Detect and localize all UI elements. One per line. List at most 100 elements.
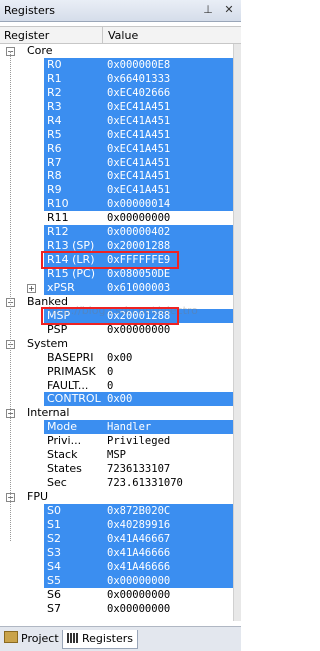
register-row[interactable]: S4 0x41A46666 bbox=[0, 559, 234, 574]
register-value[interactable]: Handler bbox=[104, 420, 234, 435]
register-row[interactable]: PRIMASK 0 bbox=[0, 365, 234, 379]
register-row[interactable]: FAULT... 0 bbox=[0, 379, 234, 393]
column-divider[interactable] bbox=[102, 27, 103, 43]
register-name: R0 bbox=[44, 57, 107, 72]
register-row[interactable]: R11 0x00000000 bbox=[0, 211, 234, 225]
bottom-tabs: Project Registers bbox=[0, 626, 241, 651]
register-row[interactable]: S1 0x40289916 bbox=[0, 517, 234, 532]
tree-line bbox=[10, 51, 11, 541]
register-row[interactable]: R9 0xEC41A451 bbox=[0, 183, 234, 198]
register-value[interactable]: 0x872B020C bbox=[104, 503, 234, 518]
group-label: FPU bbox=[27, 490, 49, 503]
register-value[interactable]: 0xEC41A451 bbox=[104, 127, 234, 142]
register-row[interactable]: R8 0xEC41A451 bbox=[0, 169, 234, 184]
register-name: S5 bbox=[44, 573, 107, 588]
register-row[interactable]: R10 0x00000014 bbox=[0, 197, 234, 212]
register-row[interactable]: R7 0xEC41A451 bbox=[0, 155, 234, 170]
group-label: Internal bbox=[27, 406, 70, 420]
register-value[interactable]: 7236133107 bbox=[107, 462, 170, 476]
register-name: R9 bbox=[44, 183, 107, 198]
register-row[interactable]: BASEPRI 0x00 bbox=[0, 351, 234, 365]
vertical-scrollbar[interactable] bbox=[233, 44, 241, 621]
register-row[interactable]: R5 0xEC41A451 bbox=[0, 127, 234, 142]
tab-registers-label: Registers bbox=[82, 632, 134, 645]
register-value[interactable]: 0x00000000 bbox=[104, 573, 234, 588]
register-row[interactable]: Stack MSP bbox=[0, 448, 234, 462]
register-value[interactable]: 0x00 bbox=[104, 392, 234, 407]
register-row[interactable]: R12 0x00000402 bbox=[0, 225, 234, 240]
column-value[interactable]: Value bbox=[108, 29, 138, 42]
tab-project[interactable]: Project bbox=[4, 630, 59, 648]
register-value[interactable]: 0x61000003 bbox=[104, 280, 234, 295]
register-value[interactable]: 0 bbox=[107, 365, 113, 379]
project-icon bbox=[4, 631, 18, 643]
register-row[interactable]: States 7236133107 bbox=[0, 462, 234, 476]
register-value[interactable]: 0x000000E8 bbox=[104, 57, 234, 72]
register-row[interactable]: + xPSR 0x61000003 bbox=[0, 280, 234, 295]
group-fpu[interactable]: − FPU bbox=[0, 490, 234, 504]
register-row[interactable]: S0 0x872B020C bbox=[0, 503, 234, 518]
register-name: R10 bbox=[44, 197, 107, 212]
register-value[interactable]: 0 bbox=[107, 379, 113, 393]
register-row[interactable]: S3 0x41A46666 bbox=[0, 545, 234, 560]
register-row[interactable]: R2 0xEC402666 bbox=[0, 85, 234, 100]
pin-icon[interactable]: ⊥ bbox=[201, 3, 215, 17]
register-name: BASEPRI bbox=[47, 350, 94, 364]
register-row[interactable]: PSP 0x00000000 bbox=[0, 323, 234, 337]
registers-icon bbox=[67, 633, 79, 643]
register-value[interactable]: 0xEC41A451 bbox=[104, 141, 234, 156]
close-icon[interactable]: ✕ bbox=[222, 3, 236, 17]
panel-titlebar: Registers ⊥ ✕ bbox=[0, 0, 241, 22]
register-row[interactable]: R3 0xEC41A451 bbox=[0, 99, 234, 114]
panel-title: Registers bbox=[4, 4, 56, 17]
group-internal[interactable]: − Internal bbox=[0, 406, 234, 420]
register-value[interactable]: 0xEC41A451 bbox=[104, 99, 234, 114]
register-row[interactable]: Sec 723.61331070 bbox=[0, 476, 234, 490]
expand-icon[interactable]: + bbox=[27, 283, 36, 293]
register-value[interactable]: 723.61331070 bbox=[107, 476, 183, 490]
register-value[interactable]: MSP bbox=[107, 448, 126, 462]
register-row[interactable]: Privi... Privileged bbox=[0, 434, 234, 448]
register-row[interactable]: S6 0x00000000 bbox=[0, 588, 234, 602]
register-value[interactable]: 0x41A46666 bbox=[104, 559, 234, 574]
register-row[interactable]: S5 0x00000000 bbox=[0, 573, 234, 588]
register-row[interactable]: S2 0x41A46667 bbox=[0, 531, 234, 546]
group-core[interactable]: − Core bbox=[0, 44, 234, 58]
register-value[interactable]: 0x00000402 bbox=[104, 225, 234, 240]
register-row[interactable]: R15 (PC) 0x080050DE bbox=[0, 267, 234, 281]
group-system[interactable]: − System bbox=[0, 337, 234, 351]
register-value[interactable]: 0x00000000 bbox=[107, 602, 170, 616]
register-value[interactable]: 0x00000014 bbox=[104, 197, 234, 212]
register-row[interactable]: S7 0x00000000 bbox=[0, 602, 234, 616]
register-value[interactable]: 0x00000000 bbox=[107, 588, 170, 602]
register-name: R7 bbox=[44, 155, 107, 170]
column-register[interactable]: Register bbox=[4, 29, 49, 42]
register-value[interactable]: 0xEC41A451 bbox=[104, 155, 234, 170]
register-value[interactable]: 0x66401333 bbox=[104, 71, 234, 86]
register-row[interactable]: Mode Handler bbox=[0, 420, 234, 435]
register-row[interactable]: R1 0x66401333 bbox=[0, 71, 234, 86]
register-row[interactable]: R4 0xEC41A451 bbox=[0, 113, 234, 128]
register-row[interactable]: R6 0xEC41A451 bbox=[0, 141, 234, 156]
register-name: R8 bbox=[44, 169, 107, 184]
register-row[interactable]: R0 0x000000E8 bbox=[0, 57, 234, 72]
register-value[interactable]: Privileged bbox=[107, 434, 170, 448]
register-value[interactable]: 0xEC402666 bbox=[104, 85, 234, 100]
group-label: System bbox=[27, 336, 69, 350]
register-name: S6 bbox=[47, 587, 61, 601]
register-row[interactable]: CONTROL 0x00 bbox=[0, 392, 234, 407]
register-value[interactable]: 0x41A46667 bbox=[104, 531, 234, 546]
register-value[interactable]: 0xEC41A451 bbox=[104, 113, 234, 128]
register-value[interactable]: 0x00000000 bbox=[107, 211, 170, 225]
register-name: CONTROL bbox=[44, 392, 107, 407]
register-value[interactable]: 0xEC41A451 bbox=[104, 183, 234, 198]
register-value[interactable]: 0x080050DE bbox=[104, 267, 234, 281]
register-value[interactable]: 0x41A46666 bbox=[104, 545, 234, 560]
register-value[interactable]: 0x00000000 bbox=[107, 323, 170, 337]
register-name: R1 bbox=[44, 71, 107, 86]
tab-registers[interactable]: Registers bbox=[62, 630, 139, 649]
register-value[interactable]: 0xEC41A451 bbox=[104, 169, 234, 184]
register-name: R2 bbox=[44, 85, 107, 100]
register-value[interactable]: 0x00 bbox=[107, 351, 132, 365]
register-value[interactable]: 0x40289916 bbox=[104, 517, 234, 532]
